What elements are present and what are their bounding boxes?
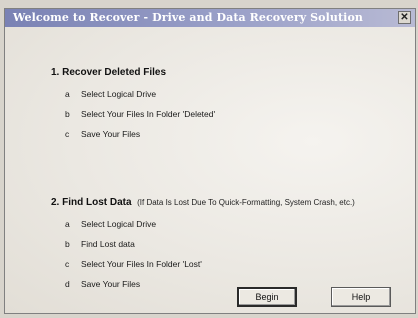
section2-step-b: b Find Lost data: [65, 239, 135, 249]
title-bar[interactable]: Welcome to Recover - Drive and Data Reco…: [5, 9, 415, 27]
section1-step-c: c Save Your Files: [65, 129, 140, 139]
section2-heading: 2. Find Lost Data: [51, 197, 132, 208]
section1-step-a: a Select Logical Drive: [65, 89, 156, 99]
begin-button[interactable]: Begin: [237, 287, 297, 307]
section1-step-b: b Select Your Files In Folder 'Deleted': [65, 109, 215, 119]
step-text: Select Your Files In Folder 'Lost': [81, 259, 202, 269]
section2-step-a: a Select Logical Drive: [65, 219, 156, 229]
step-text: Save Your Files: [81, 279, 141, 289]
step-text: Select Your Files In Folder 'Deleted': [81, 109, 216, 119]
step-text: Select Logical Drive: [81, 89, 157, 99]
recover-dialog: Welcome to Recover - Drive and Data Reco…: [4, 8, 416, 314]
section2-step-c: c Select Your Files In Folder 'Lost': [65, 259, 202, 269]
help-button[interactable]: Help: [331, 287, 391, 307]
section2-step-d: d Save Your Files: [65, 279, 140, 289]
step-letter: a: [65, 89, 70, 99]
section-recover-deleted-title: 1. Recover Deleted Files: [51, 67, 167, 78]
section2-note: (If Data Is Lost Due To Quick-Formatting…: [137, 198, 355, 207]
close-button[interactable]: ✕: [398, 11, 411, 24]
step-letter: c: [65, 259, 70, 269]
step-text: Find Lost data: [81, 239, 135, 249]
step-letter: d: [65, 279, 70, 289]
step-text: Save Your Files: [81, 129, 141, 139]
window-title: Welcome to Recover - Drive and Data Reco…: [13, 11, 363, 24]
step-letter: c: [65, 129, 70, 139]
step-letter: b: [65, 109, 70, 119]
dialog-content: 1. Recover Deleted Files a Select Logical…: [5, 27, 415, 313]
step-text: Select Logical Drive: [81, 219, 157, 229]
section-find-lost-title: 2. Find Lost Data (If Data Is Lost Due T…: [51, 197, 355, 208]
step-letter: a: [65, 219, 70, 229]
close-icon: ✕: [400, 12, 409, 23]
step-letter: b: [65, 239, 70, 249]
